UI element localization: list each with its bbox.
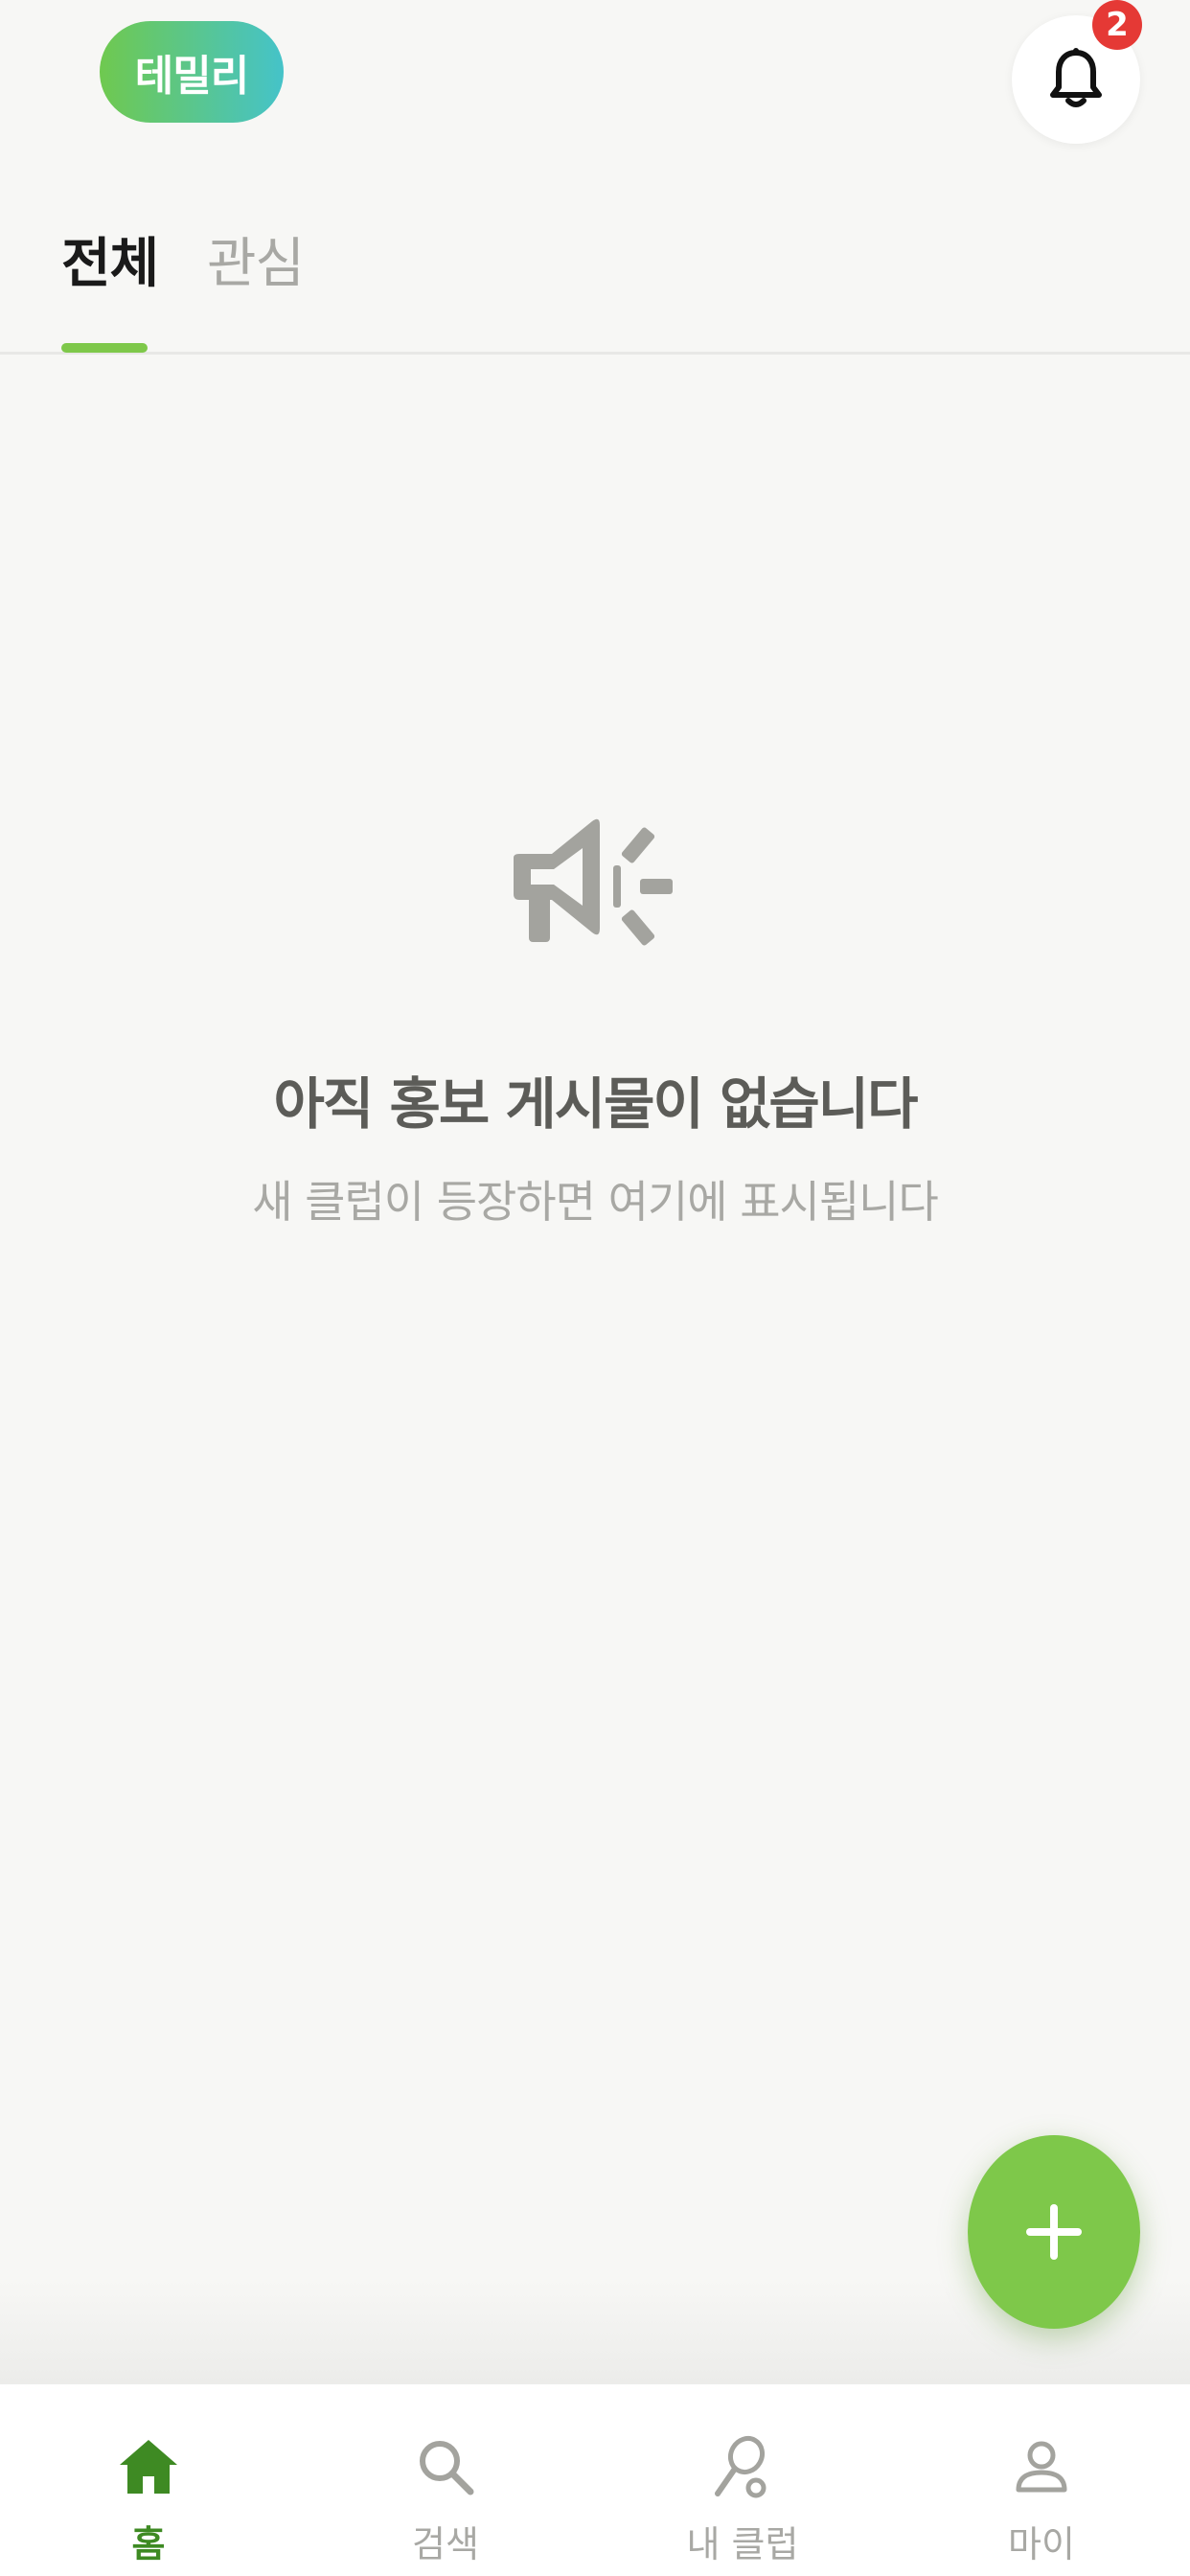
- brand-label: 테밀리: [134, 52, 249, 101]
- nav-item-search[interactable]: 검색: [297, 2384, 594, 2576]
- feed-tabs: 전체 관심: [0, 201, 1190, 355]
- search-icon: [420, 2441, 474, 2496]
- create-post-button[interactable]: [968, 2135, 1140, 2329]
- nav-item-home[interactable]: 홈: [0, 2384, 297, 2576]
- nav-item-my[interactable]: 마이: [893, 2384, 1190, 2576]
- active-tab-indicator: [61, 343, 148, 353]
- home-icon: [120, 2440, 177, 2494]
- megaphone-icon: [514, 818, 673, 946]
- nav-item-my-club[interactable]: 내 클럽: [594, 2384, 891, 2576]
- empty-state-title: 아직 홍보 게시물이 없습니다: [273, 1071, 919, 1137]
- tab-all[interactable]: 전체: [61, 220, 159, 298]
- brand-logo[interactable]: 테밀리: [100, 21, 284, 123]
- bell-icon: [1050, 48, 1102, 107]
- plus-icon: [1026, 2204, 1082, 2260]
- person-icon: [1016, 2441, 1067, 2493]
- nav-label-my: 마이: [1008, 2523, 1075, 2565]
- home-screen: 테밀리 2 전체 관심 아직 홍보 게시물이 없습니다 새 클럽이 등장하면 여…: [0, 0, 1190, 2576]
- empty-state-subtitle: 새 클럽이 등장하면 여기에 표시됩니다: [252, 1176, 939, 1228]
- nav-label-my-club: 내 클럽: [686, 2523, 799, 2565]
- nav-label-search: 검색: [412, 2523, 479, 2565]
- tab-interest[interactable]: 관심: [207, 220, 305, 298]
- nav-label-home: 홈: [131, 2523, 166, 2565]
- racket-icon: [715, 2435, 767, 2498]
- notification-badge: 2: [1092, 0, 1142, 50]
- bottom-navigation: 홈 검색 내 클럽 마이: [0, 2384, 1190, 2576]
